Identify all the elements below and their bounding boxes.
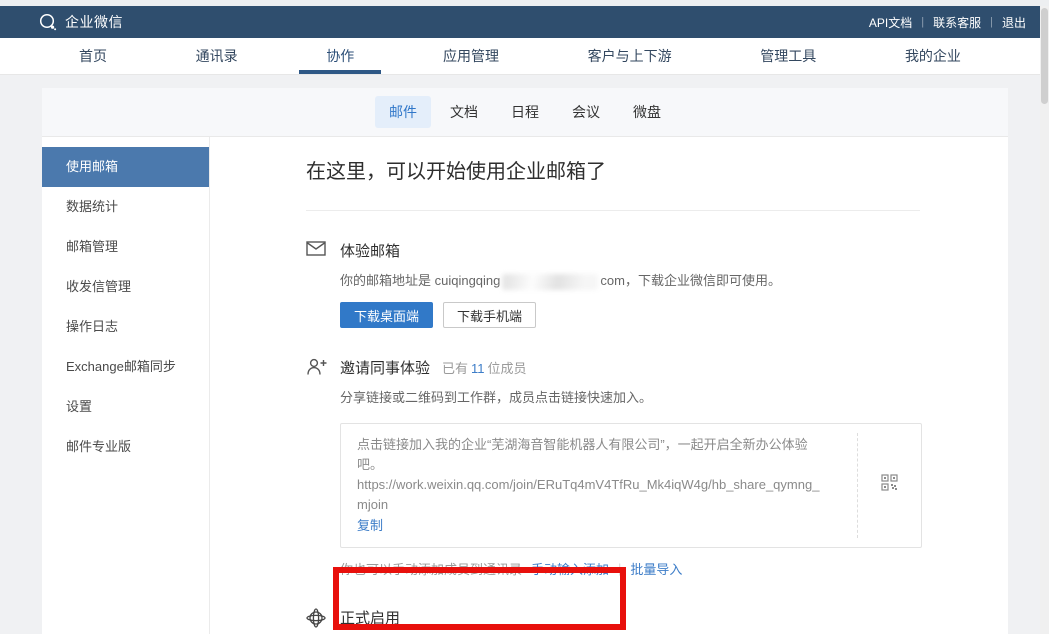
- tab-label: 日程: [511, 104, 539, 120]
- main-nav: 首页 通讯录 协作 应用管理 客户与上下游 管理工具 我的企业: [0, 38, 1040, 75]
- section-body: 正式启用 请配置你的企业要使用的邮箱，以完成正式启用。 当前域n.com 配置: [340, 607, 968, 634]
- share-link-box: 点击链接加入我的企业“芜湖海音智能机器人有限公司”，一起开启全新办公体验吧。 h…: [340, 423, 922, 548]
- topbar-links: API文档 | 联系客服 | 退出: [869, 14, 1026, 31]
- page-title: 在这里，可以开始使用企业邮箱了: [306, 155, 968, 184]
- nav-item-my-company[interactable]: 我的企业: [878, 38, 988, 74]
- tab-docs[interactable]: 文档: [436, 96, 492, 128]
- nav-label: 管理工具: [760, 46, 816, 66]
- globe-axis-icon: [306, 607, 340, 634]
- tab-schedule[interactable]: 日程: [497, 96, 553, 128]
- count-suffix: 位成员: [488, 361, 527, 376]
- sidebar-item-mailbox-management[interactable]: 邮箱管理: [42, 227, 209, 267]
- manual-add-row: 你也可以手动添加成员到通讯录 手动输入添加 | 批量导入: [340, 559, 968, 578]
- sidebar-item-send-receive[interactable]: 收发信管理: [42, 267, 209, 307]
- copy-link[interactable]: 复制: [357, 516, 383, 536]
- sidebar-item-mail-pro[interactable]: 邮件专业版: [42, 427, 209, 467]
- nav-item-admin-tools[interactable]: 管理工具: [733, 38, 843, 74]
- tab-label: 微盘: [633, 104, 661, 120]
- share-url: https://work.weixin.qq.com/join/ERuTq4mV…: [357, 475, 829, 515]
- nav-item-contacts[interactable]: 通讯录: [169, 38, 265, 74]
- sidebar-item-operation-log[interactable]: 操作日志: [42, 307, 209, 347]
- api-docs-link[interactable]: API文档: [869, 14, 912, 31]
- nav-label: 首页: [79, 46, 107, 66]
- divider: |: [618, 561, 621, 576]
- download-desktop-button[interactable]: 下载桌面端: [340, 302, 433, 328]
- member-count-number[interactable]: 11: [471, 361, 485, 376]
- nav-item-collaboration[interactable]: 协作: [299, 38, 381, 74]
- section-activate: 正式启用 请配置你的企业要使用的邮箱，以完成正式启用。 当前域n.com 配置: [306, 607, 968, 634]
- wework-admin-page: 企业微信 API文档 | 联系客服 | 退出 首页 通讯录 协作 应用管理 客户…: [0, 0, 1049, 634]
- section-title: 邀请同事体验: [340, 357, 430, 378]
- nav-label: 协作: [326, 46, 354, 66]
- nav-label: 客户与上下游: [588, 46, 672, 66]
- manual-hint: 你也可以手动添加成员到通讯录: [340, 559, 522, 578]
- tab-label: 邮件: [389, 104, 417, 120]
- brand: 企业微信: [38, 12, 123, 32]
- add-person-icon: [306, 357, 340, 578]
- email-suffix: com，下载企业微信即可使用。: [600, 273, 781, 288]
- sidebar: 使用邮箱 数据统计 邮箱管理 收发信管理 操作日志 Exchange邮箱同步 设…: [42, 137, 210, 634]
- tab-drive[interactable]: 微盘: [619, 96, 675, 128]
- nav-label: 我的企业: [905, 46, 961, 66]
- nav-item-app-management[interactable]: 应用管理: [416, 38, 526, 74]
- divider: |: [990, 16, 993, 28]
- contact-support-link[interactable]: 联系客服: [933, 14, 981, 31]
- tab-label: 文档: [450, 104, 478, 120]
- logout-link[interactable]: 退出: [1002, 14, 1026, 31]
- brand-label: 企业微信: [65, 12, 123, 32]
- qrcode-icon[interactable]: [881, 474, 898, 497]
- subtab-bar: 邮件 文档 日程 会议 微盘: [42, 88, 1008, 137]
- section-trial-mailbox: 体验邮箱 你的邮箱地址是 cuiqingqingcom，下载企业微信即可使用。 …: [306, 240, 968, 328]
- tab-label: 会议: [572, 104, 600, 120]
- share-text: 点击链接加入我的企业“芜湖海音智能机器人有限公司”，一起开启全新办公体验吧。: [357, 435, 829, 475]
- section-title: 体验邮箱: [340, 240, 400, 261]
- nav-label: 应用管理: [443, 46, 499, 66]
- card-body: 使用邮箱 数据统计 邮箱管理 收发信管理 操作日志 Exchange邮箱同步 设…: [42, 137, 1008, 634]
- page-background: 邮件 文档 日程 会议 微盘 使用邮箱 数据统计 邮箱管理 收发信管理 操作日志…: [0, 75, 1040, 634]
- tab-mail[interactable]: 邮件: [375, 96, 431, 128]
- section-body: 体验邮箱 你的邮箱地址是 cuiqingqingcom，下载企业微信即可使用。 …: [340, 240, 968, 328]
- scrollbar-thumb[interactable]: [1041, 8, 1048, 104]
- nav-item-customers[interactable]: 客户与上下游: [561, 38, 699, 74]
- main-content: 在这里，可以开始使用企业邮箱了 体验邮箱: [210, 137, 1008, 634]
- count-prefix: 已有: [442, 361, 468, 376]
- wework-logo-icon: [38, 13, 58, 32]
- section-body: 邀请同事体验 已有11位成员 分享链接或二维码到工作群，成员点击链接快速加入。 …: [340, 357, 968, 578]
- qr-zone[interactable]: [857, 433, 921, 538]
- invite-desc: 分享链接或二维码到工作群，成员点击链接快速加入。: [340, 389, 968, 407]
- envelope-icon: [306, 240, 340, 328]
- tab-meeting[interactable]: 会议: [558, 96, 614, 128]
- member-count: 已有11位成员: [442, 358, 527, 377]
- email-address-line: 你的邮箱地址是 cuiqingqing com，下载企业微信即可使用。: [340, 272, 968, 290]
- scrollbar-track[interactable]: [1040, 6, 1049, 634]
- topbar: 企业微信 API文档 | 联系客服 | 退出: [0, 6, 1040, 38]
- sidebar-item-use-mailbox[interactable]: 使用邮箱: [42, 147, 209, 187]
- nav-item-home[interactable]: 首页: [52, 38, 134, 74]
- section-title: 正式启用: [340, 607, 400, 628]
- redacted-email: [502, 274, 598, 290]
- nav-label: 通讯录: [196, 46, 238, 66]
- sidebar-item-exchange-sync[interactable]: Exchange邮箱同步: [42, 347, 209, 387]
- content-card: 邮件 文档 日程 会议 微盘 使用邮箱 数据统计 邮箱管理 收发信管理 操作日志…: [42, 88, 1008, 634]
- divider: [306, 210, 920, 211]
- email-prefix: 你的邮箱地址是 cuiqingqing: [340, 273, 500, 288]
- manual-add-link[interactable]: 手动输入添加: [531, 559, 609, 578]
- batch-import-link[interactable]: 批量导入: [630, 559, 682, 578]
- sidebar-item-settings[interactable]: 设置: [42, 387, 209, 427]
- sidebar-item-statistics[interactable]: 数据统计: [42, 187, 209, 227]
- divider: |: [921, 16, 924, 28]
- section-invite: 邀请同事体验 已有11位成员 分享链接或二维码到工作群，成员点击链接快速加入。 …: [306, 357, 968, 578]
- download-mobile-button[interactable]: 下载手机端: [443, 302, 536, 328]
